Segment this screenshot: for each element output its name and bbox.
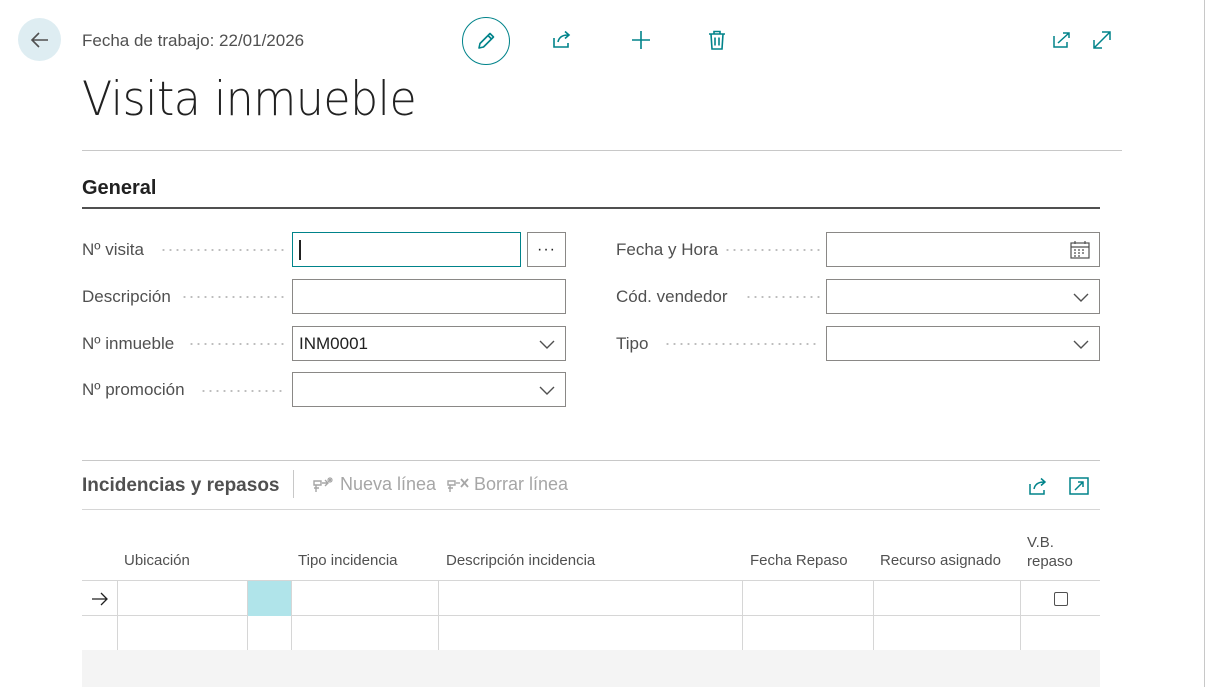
cell-tipo-incidencia[interactable] xyxy=(291,616,438,651)
cell-unnamed[interactable] xyxy=(247,616,291,651)
cod-vendedor-select[interactable] xyxy=(826,279,1100,314)
table-row[interactable] xyxy=(82,581,1100,616)
arrow-right-icon xyxy=(92,592,108,605)
column-header-vb-repaso[interactable]: V.B. repaso xyxy=(1027,534,1073,570)
leader-dots xyxy=(724,249,820,251)
lookup-button[interactable]: ··· xyxy=(527,232,566,267)
cell-descripcion-incidencia[interactable] xyxy=(438,581,742,616)
no-visita-input[interactable] xyxy=(292,232,521,267)
section-title-general[interactable]: General xyxy=(82,177,156,200)
cell-tipo-incidencia[interactable] xyxy=(291,581,438,616)
work-date: Fecha de trabajo: 22/01/2026 xyxy=(82,31,305,50)
back-button[interactable] xyxy=(18,18,61,61)
chevron-down-icon xyxy=(1073,293,1089,302)
field-label-descripcion: Descripción xyxy=(82,287,171,306)
lines-grid xyxy=(82,580,1100,651)
page: Fecha de trabajo: 22/01/2026 Visita inmu… xyxy=(0,0,1209,687)
delete-button[interactable] xyxy=(704,27,730,53)
column-header-tipo-incidencia[interactable]: Tipo incidencia xyxy=(298,552,398,569)
expand-icon xyxy=(1093,31,1111,49)
calendar-icon[interactable] xyxy=(1070,241,1090,259)
share-button[interactable] xyxy=(549,27,575,53)
cell-ubicacion[interactable] xyxy=(117,581,247,616)
share-icon[interactable] xyxy=(1027,475,1049,497)
open-new-window-button[interactable] xyxy=(1048,27,1074,53)
table-row[interactable] xyxy=(82,616,1100,651)
column-header-ubicacion[interactable]: Ubicación xyxy=(124,552,190,569)
cell-vb-repaso xyxy=(1020,581,1100,616)
grid-empty-area xyxy=(82,650,1100,687)
cell-recurso-asignado[interactable] xyxy=(873,616,1020,651)
delete-line-label: Borrar línea xyxy=(474,474,569,494)
field-label-no-visita: Nº visita xyxy=(82,240,144,259)
edit-button[interactable] xyxy=(462,17,510,65)
subpage-toolbar-divider xyxy=(82,509,1100,510)
leader-dots xyxy=(188,343,286,345)
cell-fecha-repaso[interactable] xyxy=(742,616,873,651)
text-caret xyxy=(299,239,301,260)
window-edge xyxy=(1204,0,1205,687)
cell-vb-repaso[interactable] xyxy=(1020,616,1100,651)
toolbar-separator xyxy=(293,470,294,498)
cell-fecha-repaso[interactable] xyxy=(742,581,873,616)
descripcion-input[interactable] xyxy=(292,279,566,314)
column-header-descripcion-incidencia[interactable]: Descripción incidencia xyxy=(446,552,595,569)
cell-recurso-asignado[interactable] xyxy=(873,581,1020,616)
subpage-divider xyxy=(82,460,1100,461)
trash-icon xyxy=(709,30,725,50)
field-label-tipo: Tipo xyxy=(616,334,649,353)
delete-line-button[interactable]: Borrar línea xyxy=(447,474,568,495)
fecha-hora-input[interactable] xyxy=(826,232,1100,267)
cell-descripcion-incidencia[interactable] xyxy=(438,616,742,651)
new-line-label: Nueva línea xyxy=(340,474,437,494)
leader-dots xyxy=(745,296,820,298)
open-in-new-window-icon[interactable] xyxy=(1068,475,1090,497)
vb-repaso-checkbox[interactable] xyxy=(1053,591,1068,606)
arrow-left-icon xyxy=(30,31,48,48)
open-in-new-window-icon xyxy=(1053,32,1070,48)
chevron-down-icon xyxy=(539,340,555,349)
plus-icon xyxy=(632,31,650,49)
tipo-select[interactable] xyxy=(826,326,1100,361)
leader-dots xyxy=(200,390,286,392)
row-indicator xyxy=(82,616,118,651)
leader-dots xyxy=(664,343,820,345)
chevron-down-icon xyxy=(1073,340,1089,349)
row-indicator xyxy=(82,581,118,616)
new-line-icon xyxy=(313,476,333,492)
new-line-button[interactable]: Nueva línea xyxy=(313,474,436,495)
cell-selected[interactable] xyxy=(247,581,291,616)
leader-dots xyxy=(160,249,286,251)
share-icon xyxy=(553,30,571,48)
column-header-recurso-asignado[interactable]: Recurso asignado xyxy=(880,552,1001,569)
no-inmueble-select[interactable]: INM0001 xyxy=(292,326,566,361)
no-promocion-select[interactable] xyxy=(292,372,566,407)
column-header-vb-repaso-line2: repaso xyxy=(1027,553,1073,570)
leader-dots xyxy=(181,296,286,298)
field-label-no-inmueble: Nº inmueble xyxy=(82,334,175,353)
column-header-fecha-repaso[interactable]: Fecha Repaso xyxy=(750,552,848,569)
page-title: Visita inmueble xyxy=(82,72,417,127)
column-header-vb-repaso-line1: V.B. xyxy=(1027,534,1054,551)
title-divider xyxy=(82,150,1122,151)
subpage-title[interactable]: Incidencias y repasos xyxy=(82,475,280,497)
no-inmueble-value: INM0001 xyxy=(299,333,368,353)
field-label-no-promocion: Nº promoción xyxy=(82,380,185,399)
delete-line-icon xyxy=(447,477,469,492)
field-label-cod-vendedor: Cód. vendedor xyxy=(616,287,728,306)
chevron-down-icon xyxy=(539,386,555,395)
new-button[interactable] xyxy=(628,27,654,53)
cell-ubicacion[interactable] xyxy=(117,616,247,651)
field-label-fecha-hora: Fecha y Hora xyxy=(616,240,719,259)
pencil-icon xyxy=(478,32,495,49)
expand-button[interactable] xyxy=(1089,27,1115,53)
section-divider xyxy=(82,207,1100,209)
